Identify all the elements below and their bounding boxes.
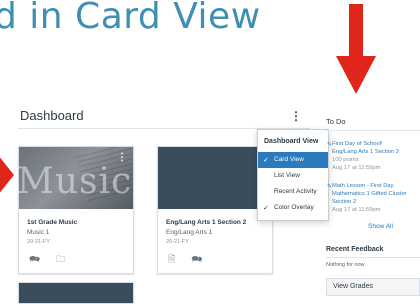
todo-item-title[interactable]: Math Lesson - First Day [332, 182, 420, 190]
todo-item-title[interactable]: First Day of School! [332, 140, 420, 148]
menu-item-label: Color Overlay [274, 204, 314, 211]
card-course-code: Music 1 [27, 229, 50, 236]
card-hero-color[interactable] [158, 147, 272, 209]
todo-item-due: Aug 17 at 11:59pm [332, 165, 381, 171]
course-card-ela[interactable]: Eng/Lang Arts 1 Section 2 Eng/Lang Arts … [157, 146, 273, 274]
card-course-name[interactable]: Eng/Lang Arts 1 Section 2 [166, 219, 246, 226]
card-course-code: Eng/Lang Arts 1 [166, 229, 213, 236]
view-grades-button[interactable]: View Grades [326, 278, 420, 296]
course-card-partial[interactable] [18, 282, 134, 304]
card-hero-text: Music [19, 161, 133, 202]
menu-item-label: List View [274, 172, 300, 179]
files-icon[interactable]: 🗀 [56, 252, 65, 268]
card-hero-image[interactable]: Music ⋮ [19, 147, 133, 209]
todo-item-due: Aug 17 at 11:59pm [332, 207, 381, 213]
todo-item-points: 100 points [332, 157, 359, 163]
menu-item-list-view[interactable]: List View [258, 168, 328, 184]
dashboard-view-menu: Dashboard View ✓ Card View List View Rec… [257, 129, 329, 221]
red-arrow-down-icon [336, 4, 376, 94]
card-hero-color[interactable] [19, 283, 133, 303]
menu-header: Dashboard View [264, 138, 319, 145]
course-card-music[interactable]: Music ⋮ 1st Grade Music Music 1 20-21-FY… [18, 146, 134, 274]
recent-feedback-empty: Nothing for now [326, 262, 365, 268]
card-course-term: 20-21-FY [166, 239, 189, 245]
card-course-name[interactable]: 1st Grade Music [27, 219, 77, 226]
menu-item-label: Recent Activity [274, 188, 317, 195]
red-arrow-right-icon [0, 157, 14, 193]
todo-divider [326, 130, 420, 131]
recent-feedback-divider [326, 257, 420, 258]
card-options-icon[interactable]: ⋮ [117, 152, 127, 163]
todo-item-course: Mathematics 1 Gifted Cluster Section 2 [332, 191, 407, 205]
discussions-icon[interactable]: 🗪 [191, 252, 202, 268]
check-icon: ✓ [263, 205, 269, 212]
show-all-link[interactable]: Show All [368, 223, 393, 230]
menu-item-label: Card View [274, 156, 304, 163]
todo-title: To Do [326, 117, 346, 126]
card-course-term: 20-21-FY [27, 239, 50, 245]
check-icon: ✓ [263, 157, 269, 164]
todo-item[interactable]: Math Lesson - First Day Mathematics 1 Gi… [332, 182, 420, 214]
todo-item-course: Eng/Lang Arts 1 Section 2 [332, 149, 400, 155]
menu-item-recent-activity[interactable]: Recent Activity [258, 184, 328, 200]
dashboard-options-button[interactable]: ⋮ [290, 109, 302, 123]
menu-item-card-view[interactable]: ✓ Card View [258, 152, 328, 168]
page-headline: d in Card View [0, 0, 261, 37]
menu-item-color-overlay[interactable]: ✓ Color Overlay [258, 200, 328, 216]
dashboard-title: Dashboard [20, 108, 84, 123]
todo-item[interactable]: First Day of School! Eng/Lang Arts 1 Sec… [332, 140, 420, 172]
recent-feedback-title: Recent Feedback [326, 246, 384, 253]
discussions-icon[interactable]: 🗪 [29, 252, 40, 268]
assignments-icon[interactable]: 🗎 [168, 252, 175, 268]
